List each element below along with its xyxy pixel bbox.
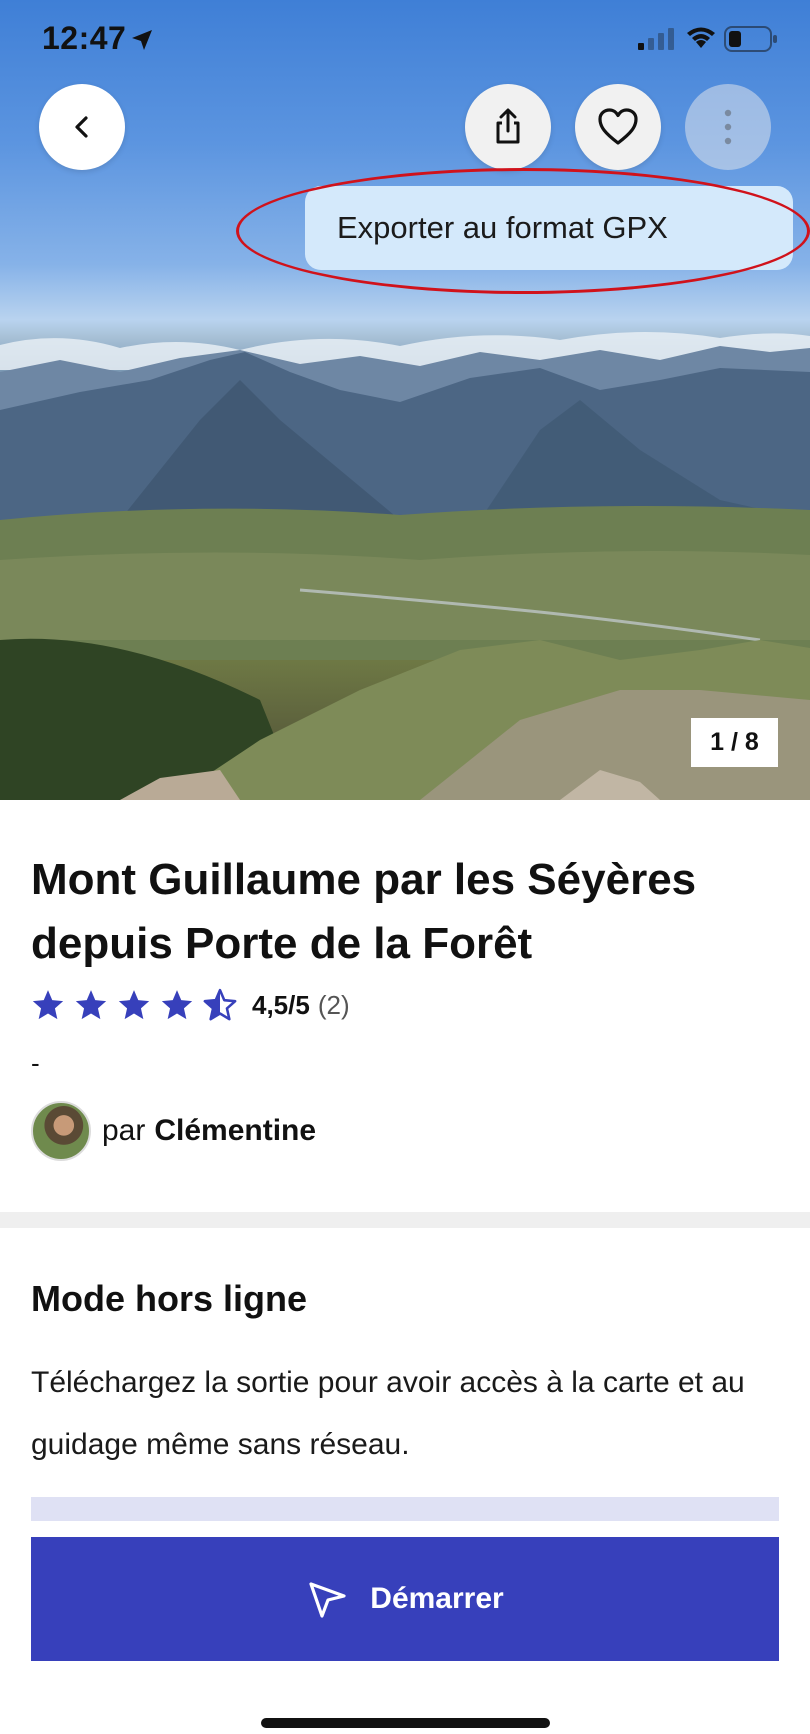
favorite-button[interactable]	[575, 84, 661, 170]
chevron-left-icon	[75, 116, 88, 138]
offline-mode-description: Téléchargez la sortie pour avoir accès à…	[31, 1366, 745, 1461]
vertical-dots-icon	[724, 109, 732, 145]
avatar	[31, 1101, 91, 1161]
status-bar: 12:47	[0, 0, 810, 80]
status-time: 12:47	[42, 20, 127, 56]
hike-title: Mont Guillaume par les Séyères depuis Po…	[31, 855, 697, 968]
star-half-icon	[203, 988, 237, 1021]
rating-count: (2)	[317, 989, 350, 1020]
photo-counter: 1 / 8	[691, 718, 778, 767]
author-name: Clémentine	[154, 1114, 317, 1147]
share-icon	[496, 108, 520, 144]
star-full-icon	[75, 990, 107, 1020]
star-full-icon	[32, 990, 64, 1020]
start-button-label: Démarrer	[370, 1582, 504, 1615]
heart-icon	[598, 108, 638, 145]
start-button[interactable]: Démarrer	[31, 1537, 779, 1661]
hero-photo[interactable]: 12:47 Exporter au format GPX 1 / 8	[0, 0, 810, 800]
offline-mode-title: Mode hors ligne	[31, 1278, 308, 1319]
rating-value: 4,5/5	[252, 989, 310, 1020]
more-options-button[interactable]	[685, 84, 771, 170]
cellular-signal-icon	[638, 28, 674, 50]
back-button[interactable]	[39, 84, 125, 170]
star-full-icon	[161, 990, 193, 1020]
share-button[interactable]	[465, 84, 551, 170]
location-arrow-icon	[132, 30, 152, 50]
rating[interactable]: 4,5/5 (2)	[31, 985, 350, 1025]
battery-icon	[724, 26, 777, 52]
section-divider	[0, 1212, 810, 1228]
annotation-highlight-oval	[236, 168, 810, 294]
star-full-icon	[118, 990, 150, 1020]
author-row[interactable]: par Clémentine	[31, 1101, 316, 1161]
author-prefix: par	[102, 1114, 146, 1147]
home-indicator	[261, 1718, 550, 1728]
hike-subtitle: -	[31, 1048, 40, 1078]
wifi-icon	[687, 27, 715, 48]
navigation-arrow-icon	[309, 1582, 346, 1618]
